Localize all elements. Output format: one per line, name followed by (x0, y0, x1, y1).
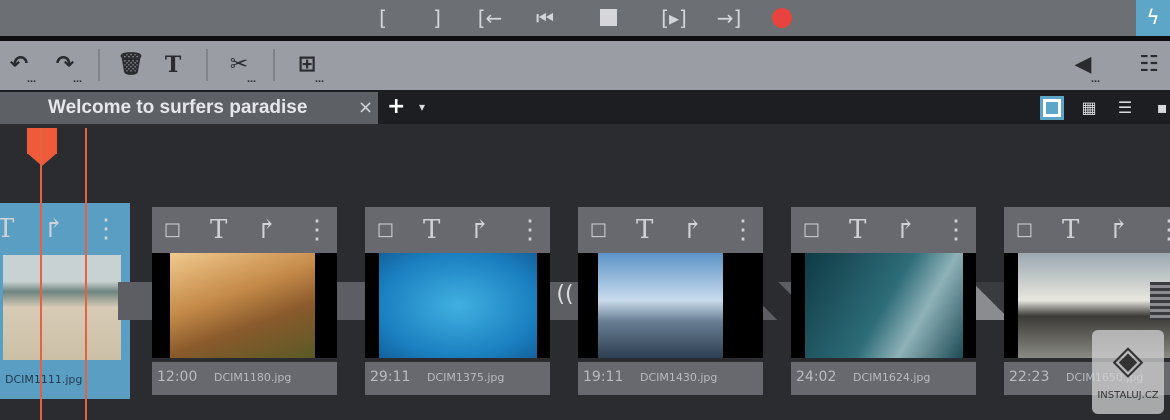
clip-header: □ T ↱ ⋮ (578, 207, 763, 253)
divider (98, 49, 100, 81)
storyboard-view-icon[interactable] (1040, 96, 1064, 120)
clip-footer: 24:02 DCIM1624.jpg (791, 362, 976, 395)
clip-thumbnail (379, 253, 537, 358)
transition-icon[interactable] (1150, 282, 1170, 320)
mark-out-icon[interactable]: ] (420, 4, 454, 32)
playhead-tip[interactable] (27, 153, 57, 166)
divider (273, 49, 275, 81)
go-to-out-icon[interactable]: →] (712, 4, 746, 32)
timeline-view-icon[interactable]: ☰ (1113, 96, 1137, 120)
go-to-in-icon[interactable]: [← (473, 4, 507, 32)
clip-card[interactable]: □ T ↱ ⋮ 29:11 DCIM1375.jpg (365, 207, 550, 395)
flash-icon[interactable]: ϟ (1136, 0, 1170, 36)
clip-header: T ↱ ⋮ (0, 206, 127, 252)
marker-line[interactable] (85, 128, 87, 420)
clip-footer: 12:00 DCIM1180.jpg (152, 362, 337, 395)
play-range-icon[interactable]: [▸] (657, 4, 691, 32)
tab-close-button[interactable]: × (358, 97, 373, 118)
clip-thumbnail (170, 253, 315, 358)
text-icon[interactable]: T (156, 49, 190, 81)
tab-menu-button[interactable]: ▾ (419, 100, 425, 114)
clip-card[interactable]: □ T ↱ ⋮ 12:00 DCIM1180.jpg (152, 207, 337, 395)
undo-icon[interactable]: ↶… (2, 49, 36, 85)
watermark-icon: ◈ (1112, 337, 1144, 383)
clip-thumbnail (3, 255, 121, 360)
clip-header: □ T ↱ ⋮ (791, 207, 976, 253)
add-tab-button[interactable]: + (387, 94, 405, 119)
clip-card[interactable]: T ↱ ⋮ DCIM1111.jpg (0, 203, 130, 399)
clip-header: □ T ↱ ⋮ (152, 207, 337, 253)
redo-icon[interactable]: ↷… (48, 49, 82, 85)
delete-icon[interactable]: 🗑 (114, 49, 148, 81)
grid-view-icon[interactable]: ▦ (1077, 96, 1101, 120)
volume-icon[interactable]: ◀… (1066, 49, 1100, 85)
mark-in-icon[interactable]: [ (366, 4, 400, 32)
mixer-icon[interactable]: ☷ (1132, 49, 1166, 81)
watermark-text: INSTALUJ.CZ (1097, 390, 1159, 401)
clip-thumbnail (598, 253, 723, 358)
record-icon[interactable] (772, 8, 792, 28)
clip-footer: 19:11 DCIM1430.jpg (578, 362, 763, 395)
playhead-line[interactable] (40, 128, 42, 420)
playhead-handle[interactable] (27, 128, 57, 154)
watermark-logo: ◈ INSTALUJ.CZ (1092, 330, 1164, 414)
tab-label: Welcome to surfers paradise (48, 97, 308, 118)
clip-header: □ T ↱ ⋮ (1004, 207, 1170, 253)
transport-bar (0, 0, 1170, 36)
stop-icon[interactable] (600, 9, 617, 26)
divider (206, 49, 208, 81)
cut-icon[interactable]: ✂… (222, 49, 256, 85)
small-view-icon[interactable]: ▪ (1150, 96, 1170, 120)
clip-card[interactable]: □ T ↱ ⋮ 19:11 DCIM1430.jpg (578, 207, 763, 395)
clip-header: □ T ↱ ⋮ (365, 207, 550, 253)
clip-thumbnail (805, 253, 963, 358)
clip-footer: 29:11 DCIM1375.jpg (365, 362, 550, 395)
skip-back-icon[interactable]: ⏮ (528, 4, 562, 32)
clip-card[interactable]: □ T ↱ ⋮ 24:02 DCIM1624.jpg (791, 207, 976, 395)
clip-footer: DCIM1111.jpg (0, 364, 127, 397)
insert-icon[interactable]: ⊞… (290, 49, 324, 85)
